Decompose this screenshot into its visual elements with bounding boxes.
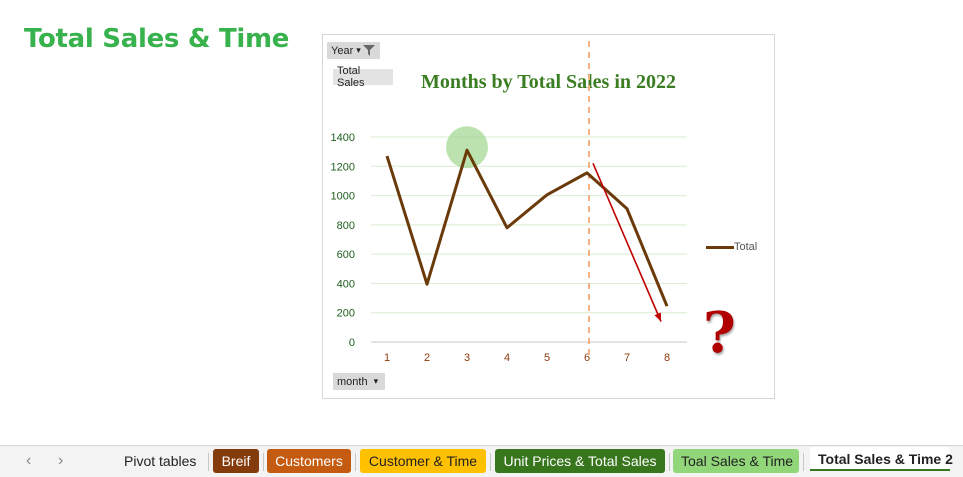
x-tick-label: 2 bbox=[424, 352, 430, 364]
month-axis-field-button[interactable]: month ▾ bbox=[333, 373, 385, 390]
y-tick-label: 800 bbox=[337, 220, 355, 232]
sheet-tab-customer-time[interactable]: Customer & Time bbox=[360, 449, 486, 473]
sheet-title: Total Sales & Time bbox=[24, 24, 290, 54]
sheet-tab-toal-sales-time[interactable]: Toal Sales & Time bbox=[673, 449, 799, 473]
sheet-tab-pivot-tables[interactable]: Pivot tables bbox=[116, 449, 204, 473]
highlight-circle bbox=[446, 126, 488, 169]
tab-separator bbox=[355, 453, 356, 471]
x-tick-label: 3 bbox=[464, 352, 470, 364]
x-tick-label: 1 bbox=[384, 352, 390, 364]
x-tick-label: 5 bbox=[544, 352, 550, 364]
y-tick-label: 1000 bbox=[331, 191, 355, 203]
tab-separator bbox=[263, 453, 264, 471]
sheet-tab-breif[interactable]: Breif bbox=[213, 449, 259, 473]
dropdown-arrow-icon: ▾ bbox=[373, 376, 379, 386]
x-tick-label: 7 bbox=[624, 352, 630, 364]
legend-label: Total bbox=[734, 241, 758, 253]
prev-sheet-icon[interactable]: ‹ bbox=[26, 452, 31, 470]
month-axis-field-label: month bbox=[337, 375, 368, 388]
x-tick-label: 8 bbox=[664, 352, 670, 364]
tab-separator bbox=[803, 453, 804, 471]
legend-swatch bbox=[706, 245, 734, 249]
x-tick-label: 4 bbox=[504, 352, 510, 364]
tab-separator bbox=[669, 453, 670, 471]
y-tick-label: 0 bbox=[349, 337, 355, 349]
sheet-tab-bar: ‹ › Pivot tables Breif Customers Customer &… bbox=[0, 445, 963, 477]
sheet-tab-total-sales-time-2[interactable]: Total Sales & Time 2 bbox=[810, 447, 953, 471]
series-line-total bbox=[385, 148, 669, 307]
y-tick-label: 200 bbox=[337, 308, 355, 320]
chart-legend[interactable]: Total bbox=[706, 241, 757, 253]
y-tick-label: 1400 bbox=[331, 132, 355, 144]
sheet-tab-customers[interactable]: Customers bbox=[267, 449, 351, 473]
sheet-tab-unit-prices-total-sales[interactable]: Unit Prices & Total Sales bbox=[495, 449, 665, 473]
tab-separator bbox=[208, 453, 209, 471]
y-tick-label: 600 bbox=[337, 249, 355, 261]
y-tick-label: 400 bbox=[337, 278, 355, 290]
pivot-chart[interactable]: Year ▾ Total Sales Months by Total Sales… bbox=[322, 34, 775, 399]
next-sheet-icon[interactable]: › bbox=[58, 452, 63, 470]
tab-separator bbox=[490, 453, 491, 471]
question-mark-annotation: ? bbox=[703, 300, 736, 366]
y-tick-label: 1200 bbox=[331, 161, 355, 173]
trend-arrow-line bbox=[592, 163, 662, 322]
